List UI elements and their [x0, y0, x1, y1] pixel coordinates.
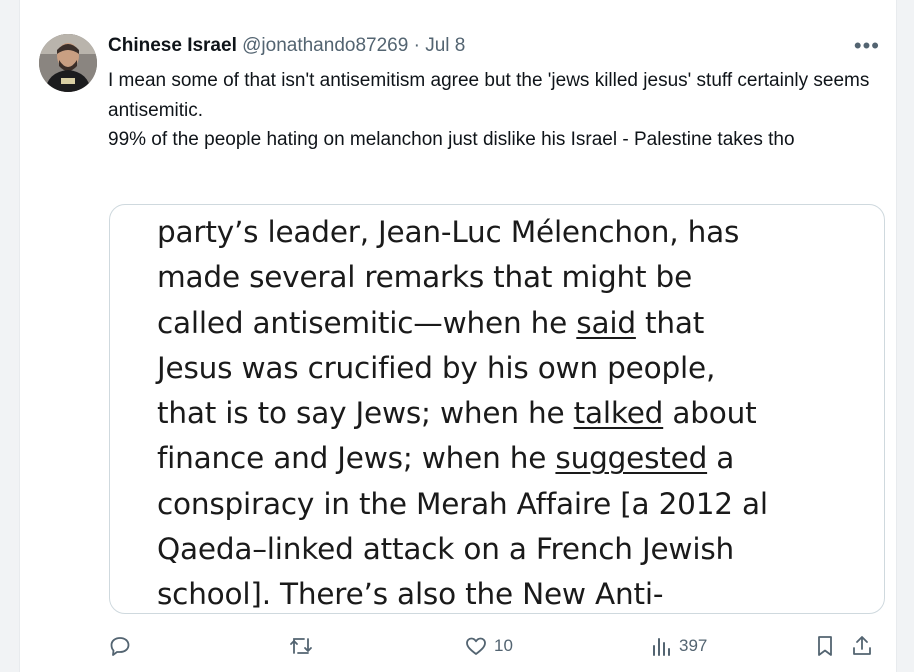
article-line: Qaeda–linked attack on a French Jewish	[157, 532, 734, 567]
link-said: said	[576, 305, 636, 340]
retweet-button[interactable]	[288, 634, 320, 658]
views-count: 397	[679, 636, 708, 655]
article-line: finance and Jews; when he suggested a	[157, 441, 735, 476]
more-options-icon[interactable]: •••	[854, 35, 880, 57]
display-name[interactable]: Chinese Israel	[108, 35, 237, 56]
article-line: called antisemitic—when he said that	[157, 305, 705, 340]
article-line: made several remarks that might be	[157, 260, 693, 295]
share-icon	[853, 636, 871, 655]
article-line: party’s leader, Jean-Luc Mélenchon, has	[157, 215, 740, 249]
share-button[interactable]	[850, 634, 874, 658]
tweet-actions: 10 397	[20, 634, 896, 664]
reply-icon	[110, 637, 130, 656]
link-talked: talked	[573, 396, 664, 431]
tweet-text-line: I mean some of that isn't antisemitism a…	[108, 70, 870, 121]
like-icon	[466, 637, 486, 655]
like-count: 10	[494, 636, 513, 655]
reply-button[interactable]	[108, 634, 138, 658]
tweet-date[interactable]: Jul 8	[425, 35, 465, 56]
tweet-text-line: 99% of the people hating on melanchon ju…	[108, 129, 795, 150]
article-line: that is to say Jews; when he talked abou…	[157, 396, 757, 431]
media-image[interactable]: party’s leader, Jean-Luc Mélenchon, has …	[109, 204, 885, 614]
meta-separator: ·	[413, 35, 420, 56]
article-line: school]. There’s also the New Anti-	[157, 577, 664, 612]
user-handle[interactable]: @jonathando87269	[242, 35, 408, 56]
retweet-icon	[290, 638, 312, 654]
bookmark-button[interactable]	[814, 634, 836, 658]
link-suggested: suggested	[555, 441, 708, 476]
views-button[interactable]: 397	[651, 634, 707, 658]
tweet-header: Chinese Israel @jonathando87269 · Jul 8	[108, 34, 465, 58]
quoted-article-text: party’s leader, Jean-Luc Mélenchon, has …	[157, 210, 867, 613]
avatar-image	[39, 34, 97, 92]
tweet-text: I mean some of that isn't antisemitism a…	[108, 66, 878, 155]
article-line: conspiracy in the Merah Affaire [a 2012 …	[157, 486, 768, 521]
bookmark-icon	[818, 636, 832, 656]
article-line: Jesus was crucified by his own people,	[157, 350, 716, 385]
views-icon	[653, 638, 670, 656]
like-button[interactable]: 10	[464, 634, 513, 658]
tweet-card[interactable]: Chinese Israel @jonathando87269 · Jul 8 …	[19, 0, 897, 672]
avatar[interactable]	[39, 34, 97, 92]
